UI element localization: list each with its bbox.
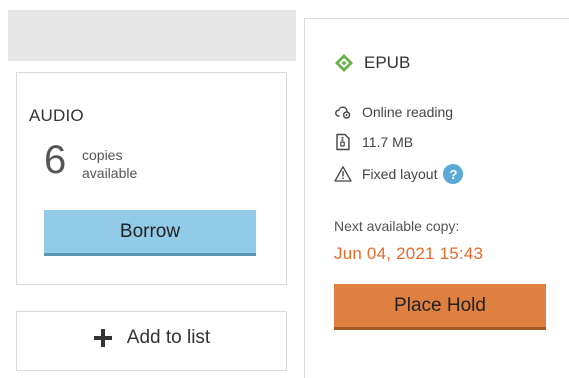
plus-icon bbox=[93, 329, 112, 347]
top-placeholder-bar bbox=[8, 10, 296, 61]
next-available-label: Next available copy: bbox=[334, 218, 460, 234]
copies-available-count: 6 bbox=[44, 138, 67, 182]
cloud-icon bbox=[335, 106, 351, 119]
add-to-list-content: Add to list bbox=[93, 326, 210, 350]
copies-available-label: copies available bbox=[82, 147, 138, 181]
feature-online-reading: Online reading bbox=[334, 103, 453, 121]
feature-online-reading-label: Online reading bbox=[362, 104, 454, 120]
feature-fixed-layout: Fixed layout ? bbox=[334, 164, 464, 184]
place-hold-button[interactable]: Place Hold bbox=[334, 284, 546, 330]
feature-file-size-label: 11.7 MB bbox=[362, 134, 414, 150]
audio-format-title: AUDIO bbox=[29, 106, 84, 125]
epub-format-header: EPUB bbox=[334, 53, 410, 73]
borrow-button[interactable]: Borrow bbox=[44, 210, 256, 256]
epub-diamond-icon bbox=[335, 54, 353, 72]
file-size-icon bbox=[336, 133, 350, 151]
warning-icon bbox=[334, 166, 352, 182]
epub-format-title: EPUB bbox=[364, 53, 411, 72]
add-to-list-label: Add to list bbox=[126, 327, 211, 348]
next-available-date: Jun 04, 2021 15:43 bbox=[334, 244, 484, 263]
help-question-icon[interactable]: ? bbox=[443, 164, 464, 184]
feature-fixed-layout-label: Fixed layout bbox=[362, 166, 438, 182]
add-to-list-button[interactable]: Add to list bbox=[16, 311, 287, 371]
feature-file-size: 11.7 MB bbox=[334, 133, 413, 151]
